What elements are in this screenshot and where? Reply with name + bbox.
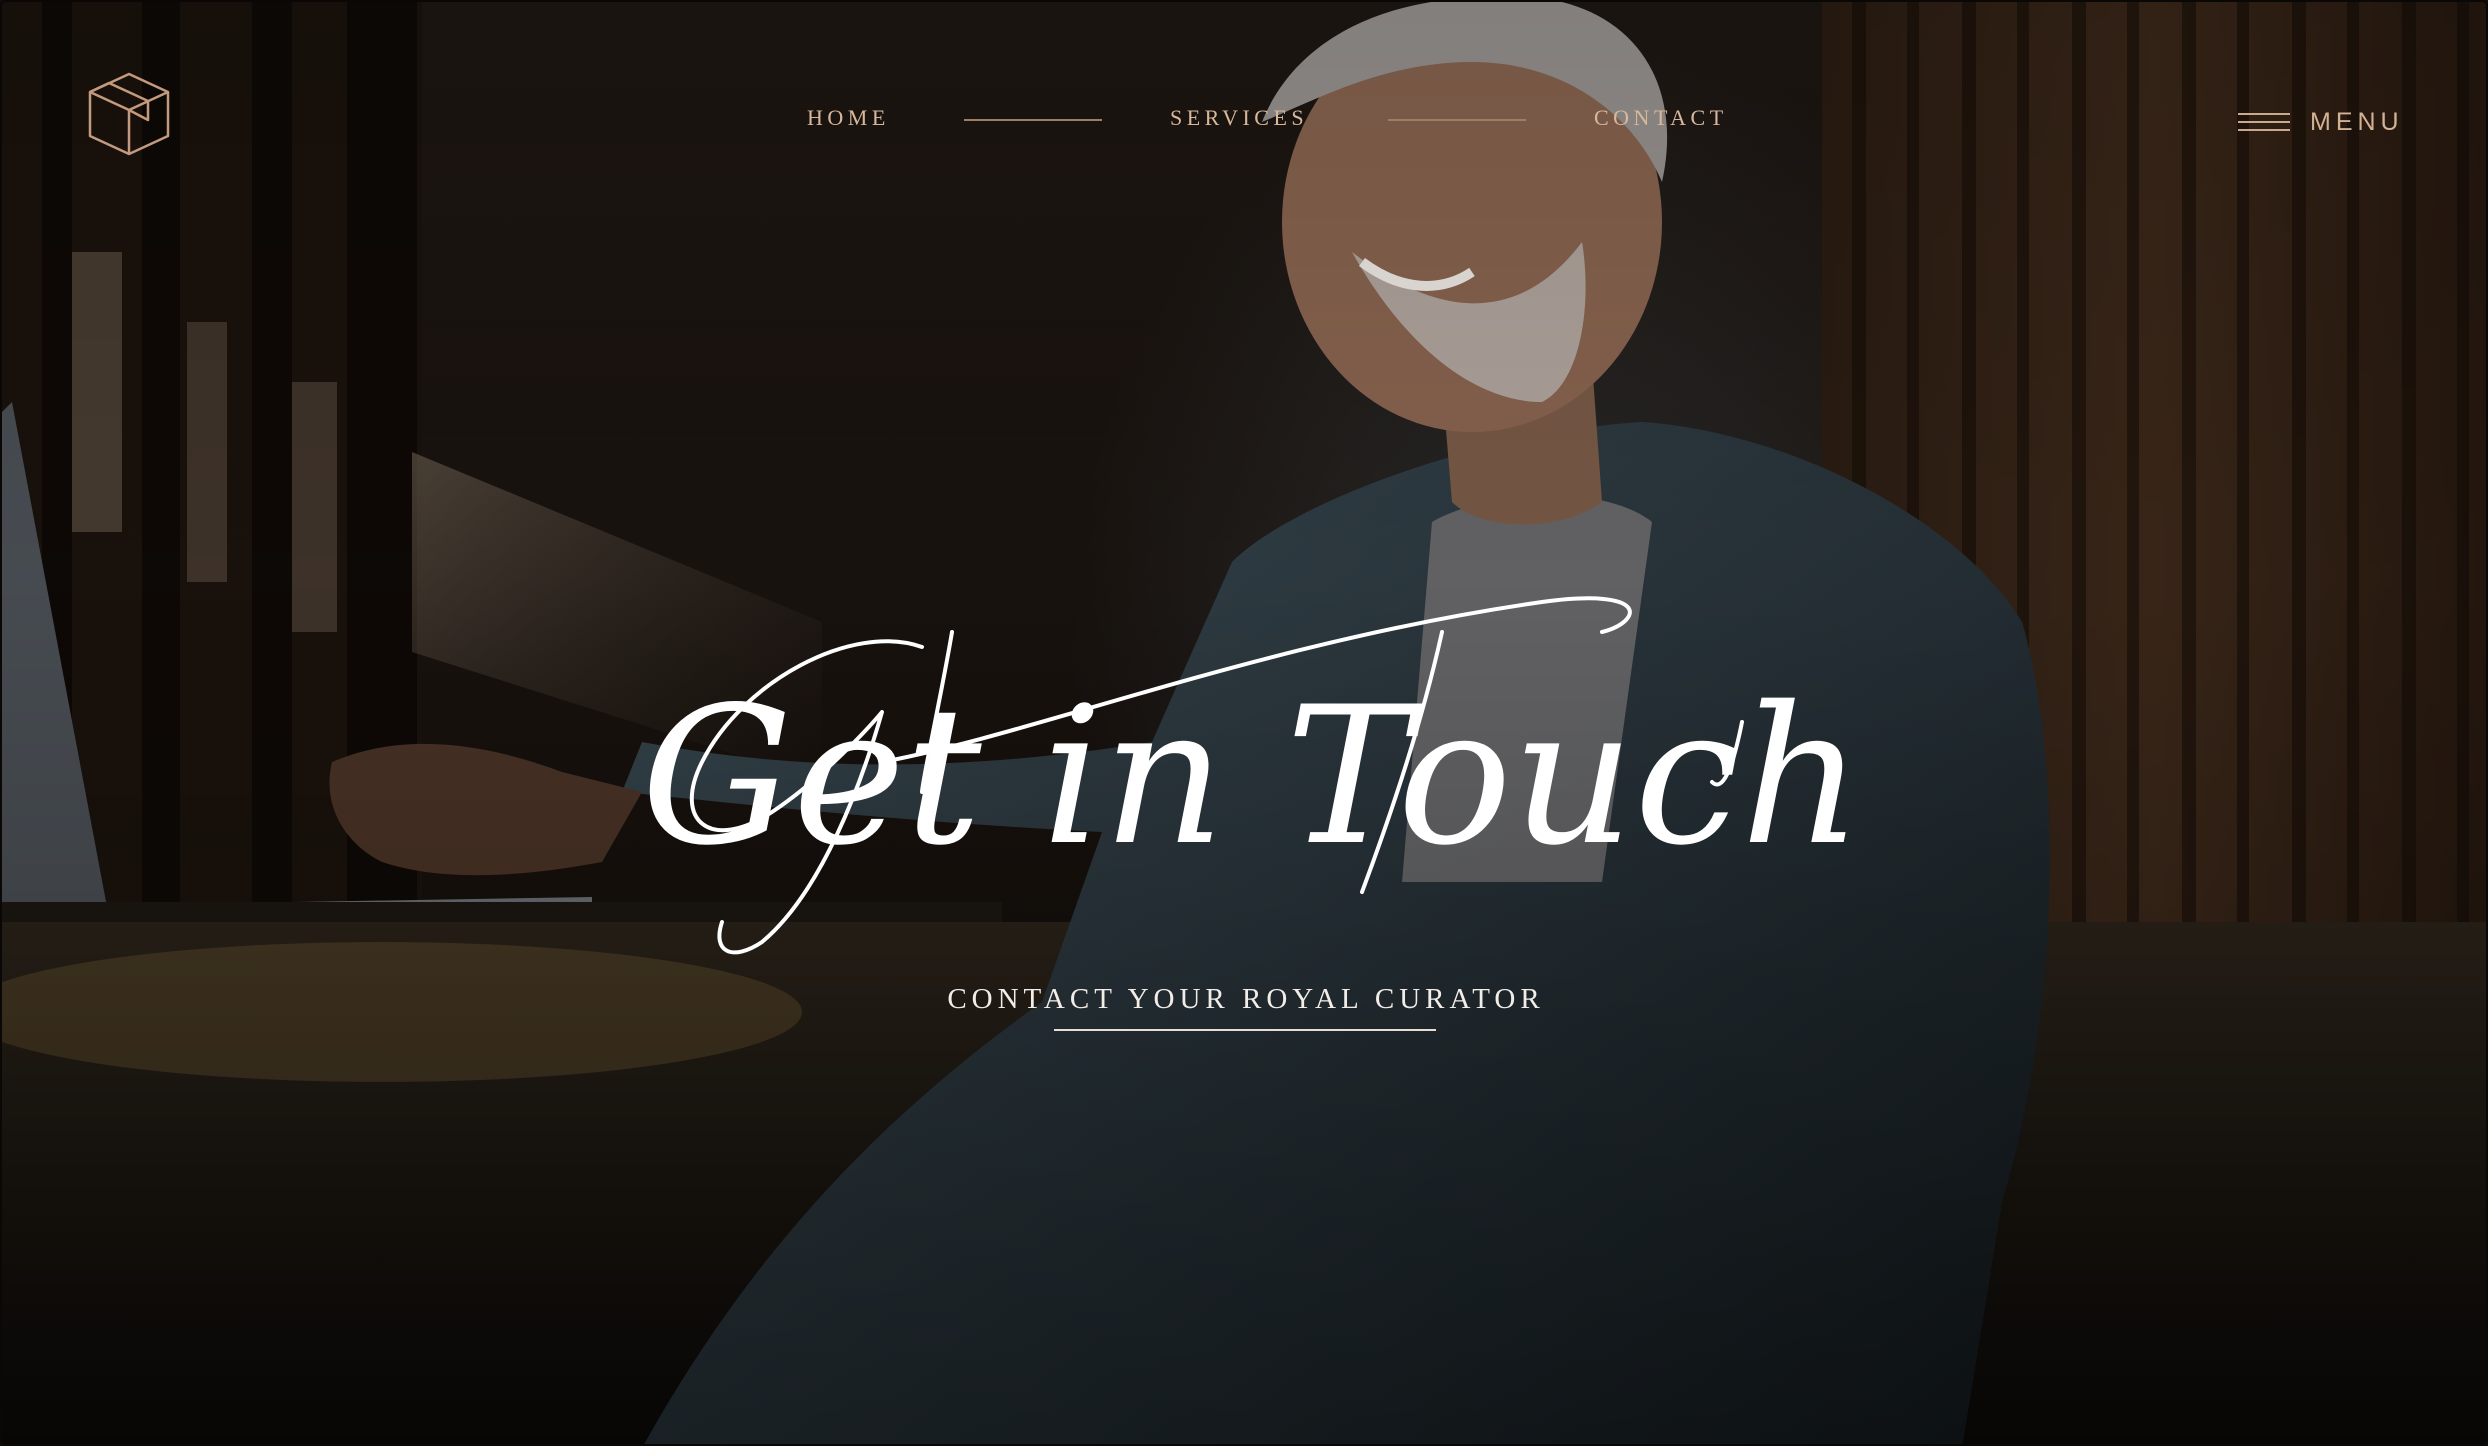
nav-separator bbox=[1388, 119, 1526, 121]
hero-section: HOME SERVICES CONTACT MENU Get in Touch … bbox=[0, 0, 2488, 1446]
cta-underline bbox=[1054, 1029, 1436, 1031]
hero-cta: CONTACT YOUR ROYAL CURATOR bbox=[2, 978, 2486, 1036]
nav-services-link[interactable]: SERVICES bbox=[1170, 102, 1308, 134]
nav-home-link[interactable]: HOME bbox=[807, 102, 890, 134]
hamburger-icon bbox=[2238, 109, 2290, 135]
main-nav: HOME SERVICES CONTACT bbox=[2, 102, 2486, 142]
menu-button[interactable]: MENU bbox=[2238, 102, 2404, 142]
hero-headline-script: Get in Touch bbox=[641, 596, 1863, 955]
hero-headline-text: Get in Touch bbox=[641, 666, 1863, 887]
nav-separator bbox=[964, 119, 1102, 121]
hero-headline: Get in Touch bbox=[622, 562, 1882, 982]
nav-contact-link[interactable]: CONTACT bbox=[1594, 102, 1728, 134]
menu-label: MENU bbox=[2310, 108, 2404, 136]
contact-curator-link[interactable]: CONTACT YOUR ROYAL CURATOR bbox=[947, 978, 1544, 1036]
